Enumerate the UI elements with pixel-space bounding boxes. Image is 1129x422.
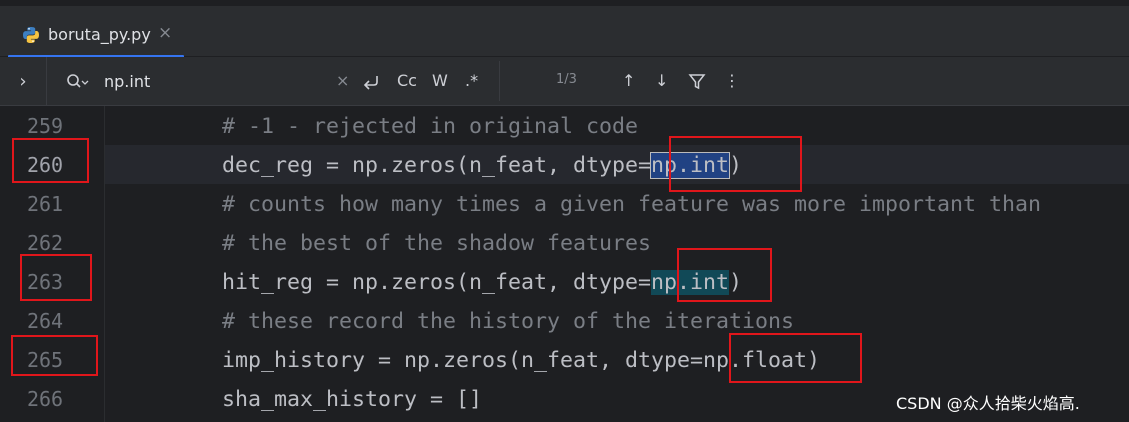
code-line[interactable]: # counts how many times a given feature …: [222, 185, 1041, 224]
tab-boruta-py[interactable]: boruta_py.py ×: [8, 12, 184, 58]
csdn-watermark: CSDN @众人拾柴火焰高.: [896, 394, 1080, 413]
code-line[interactable]: # -1 - rejected in original code: [222, 107, 638, 146]
new-line-icon[interactable]: [361, 74, 381, 92]
code-line[interactable]: hit_reg = np.zeros(n_feat, dtype=np.int): [222, 263, 742, 302]
previous-occurrence-button[interactable]: ↑: [622, 70, 635, 92]
code-line[interactable]: # the best of the shadow features: [222, 224, 651, 263]
line-number[interactable]: 259: [0, 107, 90, 146]
line-number[interactable]: 261: [0, 185, 90, 224]
line-number[interactable]: 266: [0, 380, 90, 419]
code-comment: # counts how many times a given feature …: [222, 192, 1042, 217]
code-text: ): [729, 153, 743, 178]
whole-words-button[interactable]: W: [432, 70, 448, 92]
code-line[interactable]: # these record the history of the iterat…: [222, 302, 794, 341]
search-input[interactable]: [104, 70, 314, 92]
code-comment: # the best of the shadow features: [222, 231, 652, 256]
match-case-button[interactable]: Cc: [397, 70, 417, 92]
line-number[interactable]: 262: [0, 224, 90, 263]
filter-icon[interactable]: [688, 73, 706, 91]
code-line[interactable]: sha_max_history = []: [222, 380, 482, 419]
python-file-icon: [23, 27, 39, 43]
code-line[interactable]: dec_reg = np.zeros(n_feat, dtype=np.int): [222, 146, 742, 185]
find-bar: › × Cc W .* 1/3 ↑ ↓ ⋮: [0, 57, 1129, 106]
tab-close-icon[interactable]: ×: [158, 23, 172, 43]
code-comment: # these record the history of the iterat…: [222, 309, 795, 334]
selected-search-match: np.int: [650, 152, 731, 179]
line-number[interactable]: 263: [0, 263, 90, 302]
match-count: 1/3: [556, 72, 577, 87]
code-editor[interactable]: 259 260 261 262 263 264 265 266 # -1 - rejected…: [0, 106, 1129, 422]
code-text: ): [729, 270, 743, 295]
line-number-gutter[interactable]: 259 260 261 262 263 264 265 266: [0, 106, 105, 422]
code-text: dec_reg = np.zeros(n_feat, dtype=: [222, 153, 652, 178]
code-comment: # -1 - rejected in original code: [222, 114, 639, 139]
clear-search-button[interactable]: ×: [336, 70, 349, 92]
code-text: imp_history = np.zeros(n_feat, dtype=np.…: [222, 348, 821, 373]
search-history-icon[interactable]: [66, 73, 90, 89]
code-line[interactable]: imp_history = np.zeros(n_feat, dtype=np.…: [222, 341, 820, 380]
editor-tab-bar: boruta_py.py ×: [0, 0, 1129, 58]
line-number[interactable]: 260: [0, 146, 90, 185]
line-number[interactable]: 265: [0, 341, 90, 380]
code-text: hit_reg = np.zeros(n_feat, dtype=: [222, 270, 652, 295]
regex-button[interactable]: .*: [465, 70, 478, 92]
next-occurrence-button[interactable]: ↓: [655, 70, 668, 92]
more-options-icon[interactable]: ⋮: [724, 70, 740, 92]
search-match: np.int: [651, 270, 730, 295]
line-number[interactable]: 264: [0, 302, 90, 341]
expand-replace-toggle[interactable]: ›: [0, 57, 47, 105]
code-text: sha_max_history = []: [222, 387, 483, 412]
tab-filename: boruta_py.py: [48, 25, 151, 44]
find-bar-separator: [499, 61, 500, 101]
